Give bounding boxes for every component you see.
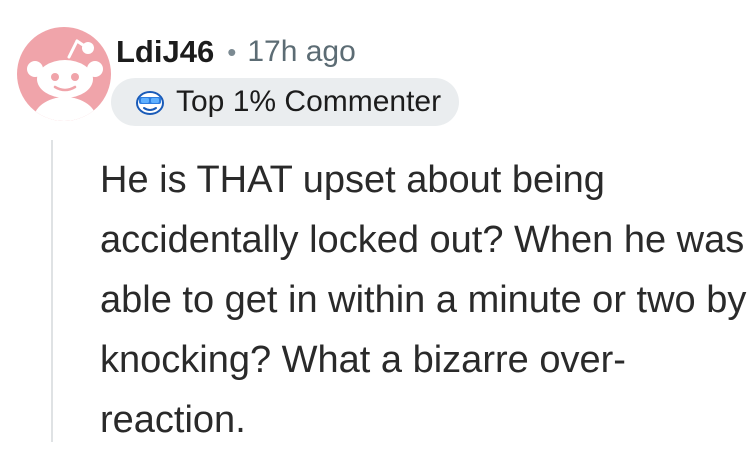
username[interactable]: LdiJ46: [116, 34, 214, 70]
comment-body: He is THAT upset about being accidentall…: [100, 159, 747, 441]
meta-separator: •: [227, 36, 237, 67]
thread-line[interactable]: [51, 140, 53, 442]
top-commenter-badge[interactable]: Top 1% Commenter: [111, 78, 460, 126]
timestamp[interactable]: 17h ago: [247, 35, 355, 69]
snoo-avatar-icon: [27, 39, 103, 121]
avatar[interactable]: [17, 27, 111, 121]
comment-header: LdiJ46 • 17h ago: [116, 30, 356, 74]
comment: LdiJ46 • 17h ago Top 1% Commenter He is …: [0, 0, 756, 442]
snoo-sunglasses-icon: [136, 91, 164, 115]
badge-label: Top 1% Commenter: [176, 85, 442, 118]
